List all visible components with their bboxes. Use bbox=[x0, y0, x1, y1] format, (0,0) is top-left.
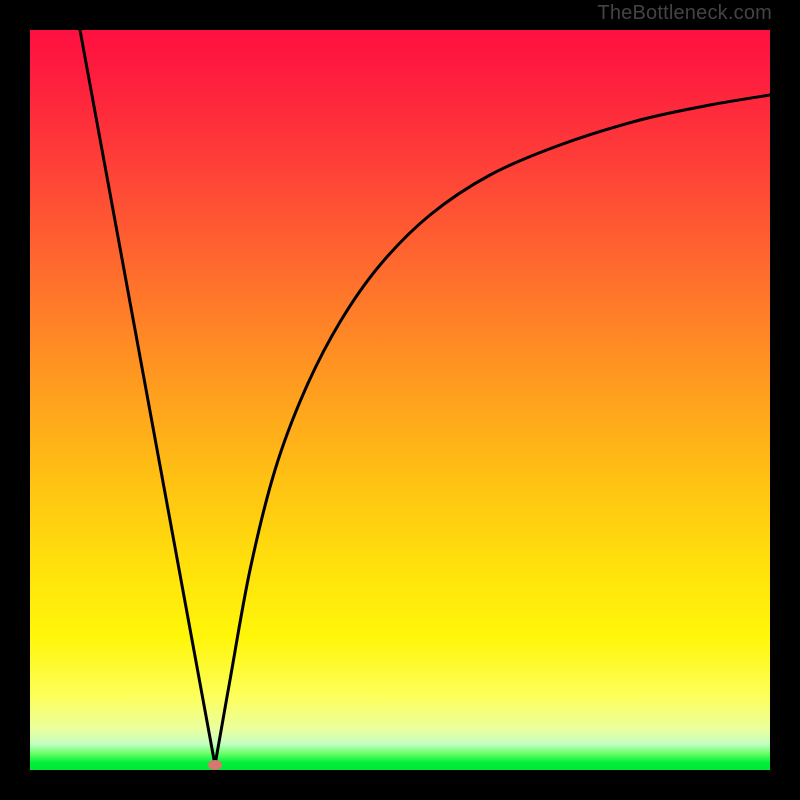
right-curve bbox=[215, 95, 770, 765]
left-line bbox=[80, 30, 215, 765]
curve-svg bbox=[30, 30, 770, 770]
watermark-text: TheBottleneck.com bbox=[597, 2, 772, 25]
chart-frame: TheBottleneck.com bbox=[0, 0, 800, 800]
plot-area bbox=[30, 30, 770, 770]
min-marker bbox=[208, 760, 222, 770]
